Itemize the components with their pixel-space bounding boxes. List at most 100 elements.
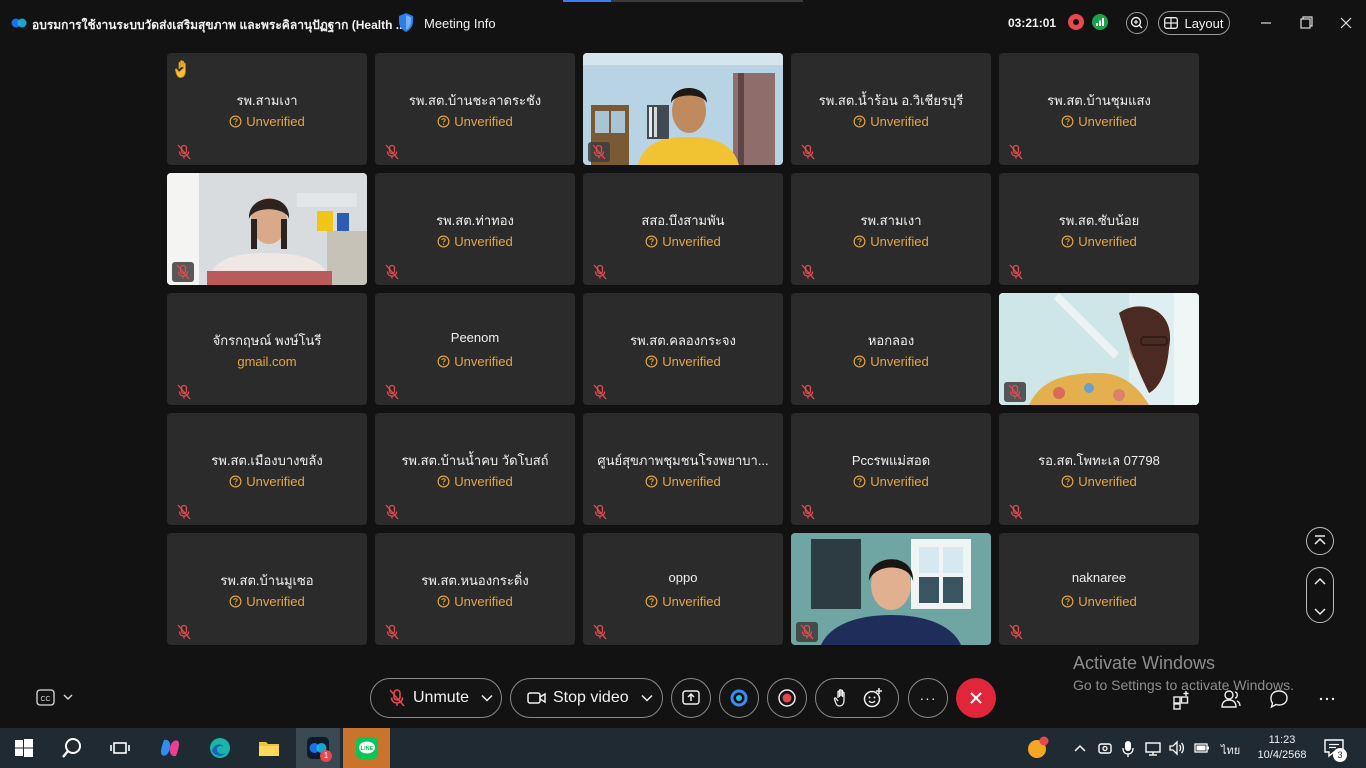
participant-name: รพ.สต.คลองกระจง — [630, 333, 736, 348]
close-icon[interactable] — [1336, 14, 1356, 32]
restore-icon[interactable] — [1296, 14, 1316, 32]
share-screen-button[interactable] — [671, 678, 711, 718]
participant-tile[interactable]: รพ.สต.บ้านชุมแสง Unverified — [999, 53, 1199, 165]
warning-circle-icon — [853, 355, 866, 368]
windows-start-icon[interactable] — [12, 736, 36, 760]
participant-tile[interactable] — [583, 53, 783, 165]
webex-notification-badge: 1 — [320, 750, 332, 762]
network-signal-icon[interactable] — [1092, 14, 1108, 30]
chevron-up-icon[interactable] — [1307, 568, 1333, 594]
more-options-button[interactable]: ··· — [908, 678, 948, 718]
participant-tile[interactable]: รพ.สามเงา Unverified — [167, 53, 367, 165]
zoom-icon[interactable] — [1126, 12, 1148, 34]
more-panel-icon[interactable] — [1316, 688, 1338, 710]
weather-widget-icon[interactable] — [1026, 736, 1050, 760]
participant-tile[interactable]: รพ.สต.ซับน้อย Unverified — [999, 173, 1199, 285]
input-language[interactable]: ไทย — [1221, 741, 1240, 759]
participant-name: รพ.สต.บ้านมูเซอ — [220, 573, 314, 588]
line-app-icon[interactable]: LINE — [355, 736, 379, 760]
mic-muted-icon — [172, 262, 194, 282]
task-view-icon[interactable] — [108, 736, 132, 760]
participant-status: Unverified — [583, 234, 783, 249]
end-call-button[interactable] — [956, 678, 996, 718]
participant-video — [999, 293, 1199, 405]
reactions-button[interactable] — [815, 678, 899, 718]
participant-tile[interactable]: Pccรพแม่สอด Unverified — [791, 413, 991, 525]
participant-status-text: Unverified — [662, 234, 721, 249]
chat-icon[interactable] — [1268, 688, 1290, 710]
participant-status: Unverified — [999, 594, 1199, 609]
mic-muted-icon — [176, 624, 192, 640]
participant-name: รพ.สต.ซับน้อย — [1058, 213, 1140, 228]
participant-tile[interactable]: รพ.สามเงา Unverified — [791, 173, 991, 285]
recording-icon[interactable] — [1068, 14, 1084, 30]
page-scroller[interactable] — [1306, 567, 1334, 623]
participants-icon[interactable] — [1220, 688, 1242, 710]
ai-assistant-button[interactable] — [719, 678, 759, 718]
network-icon[interactable] — [1143, 736, 1163, 760]
participant-name: Peenom — [450, 330, 500, 345]
participant-tile[interactable]: รพ.สต.คลองกระจง Unverified — [583, 293, 783, 405]
mic-muted-icon — [592, 264, 608, 280]
participant-tile[interactable]: รพ.สต.บ้านมูเซอ Unverified — [167, 533, 367, 645]
video-camera-icon — [527, 692, 546, 704]
stop-video-button[interactable]: Stop video — [510, 678, 663, 718]
layout-button[interactable]: Layout — [1158, 11, 1230, 35]
participant-status: Unverified — [375, 234, 575, 249]
warning-circle-icon — [437, 115, 450, 128]
participant-name: รพ.สามเงา — [860, 213, 922, 228]
notification-count-badge: 3 — [1333, 748, 1347, 762]
participant-tile[interactable]: รพ.สต.เมืองบางขลัง Unverified — [167, 413, 367, 525]
search-icon[interactable] — [60, 736, 84, 760]
battery-icon[interactable] — [1192, 736, 1212, 760]
participant-status-text: Unverified — [454, 594, 513, 609]
participant-status-text: Unverified — [662, 594, 721, 609]
participant-status: Unverified — [791, 234, 991, 249]
mic-muted-icon — [176, 144, 192, 160]
shield-icon[interactable] — [397, 12, 415, 33]
file-explorer-icon[interactable] — [257, 736, 281, 760]
participant-tile[interactable]: รพ.สต.ท่าทอง Unverified — [375, 173, 575, 285]
participant-tile[interactable]: รพ.สต.บ้านชะลาดระชัง Unverified — [375, 53, 575, 165]
edge-browser-icon[interactable] — [208, 736, 232, 760]
chevron-down-icon[interactable] — [1307, 599, 1333, 625]
participant-tile[interactable] — [167, 173, 367, 285]
closed-captions-icon[interactable]: CC — [36, 688, 76, 708]
chevron-down-icon[interactable] — [481, 694, 493, 702]
participant-tile[interactable]: จักรกฤษณ์ พงษ์โนรี gmail.com — [167, 293, 367, 405]
apps-icon[interactable] — [1172, 688, 1194, 710]
participant-tile[interactable] — [999, 293, 1199, 405]
participant-tile[interactable]: รพ.สต.น้ำร้อน อ.วิเชียรบุรี Unverified — [791, 53, 991, 165]
participant-tile[interactable]: หอกลอง Unverified — [791, 293, 991, 405]
participant-tile[interactable]: Peenom Unverified — [375, 293, 575, 405]
chevron-down-icon[interactable] — [641, 694, 653, 702]
unmute-button[interactable]: Unmute — [370, 678, 502, 718]
participant-name: Pccรพแม่สอด — [851, 453, 931, 468]
camera-indicator-icon[interactable] — [1096, 736, 1114, 760]
participant-status: Unverified — [791, 114, 991, 129]
participant-tile[interactable] — [791, 533, 991, 645]
participant-tile[interactable]: naknaree Unverified — [999, 533, 1199, 645]
participant-tile[interactable]: รพ.สต.บ้านน้ำคบ วัดโบสถ์ Unverified — [375, 413, 575, 525]
participant-tile[interactable]: รอ.สต.โพทะเล 07798 Unverified — [999, 413, 1199, 525]
participant-tile[interactable]: รพ.สต.หนองกระดิ่ง Unverified — [375, 533, 575, 645]
scroll-to-top-button[interactable] — [1306, 527, 1334, 555]
participant-tile[interactable]: สสอ.บึงสามพัน Unverified — [583, 173, 783, 285]
participant-name: รพ.สต.น้ำร้อน อ.วิเชียรบุรี — [818, 93, 964, 108]
system-clock[interactable]: 11:23 10/4/2568 — [1256, 733, 1308, 763]
warning-circle-icon — [853, 115, 866, 128]
copilot-icon[interactable] — [158, 736, 182, 760]
mic-muted-icon — [588, 142, 610, 162]
volume-icon[interactable] — [1167, 736, 1187, 760]
microphone-icon[interactable] — [1120, 736, 1136, 760]
meeting-info-link[interactable]: Meeting Info — [424, 16, 496, 31]
minimize-icon[interactable] — [1256, 14, 1276, 32]
chevron-up-icon[interactable] — [1072, 736, 1088, 760]
participant-tile[interactable]: oppo Unverified — [583, 533, 783, 645]
participant-status: Unverified — [167, 114, 367, 129]
participant-tile[interactable]: ศูนย์สุขภาพชุมชนโรงพยาบา... Unverified — [583, 413, 783, 525]
warning-circle-icon — [645, 475, 658, 488]
meeting-title[interactable]: อบรมการใช้งานระบบวัดส่งเสริมสุขภาพ และพร… — [32, 16, 406, 35]
participant-status-text: Unverified — [454, 114, 513, 129]
record-button[interactable] — [767, 678, 807, 718]
